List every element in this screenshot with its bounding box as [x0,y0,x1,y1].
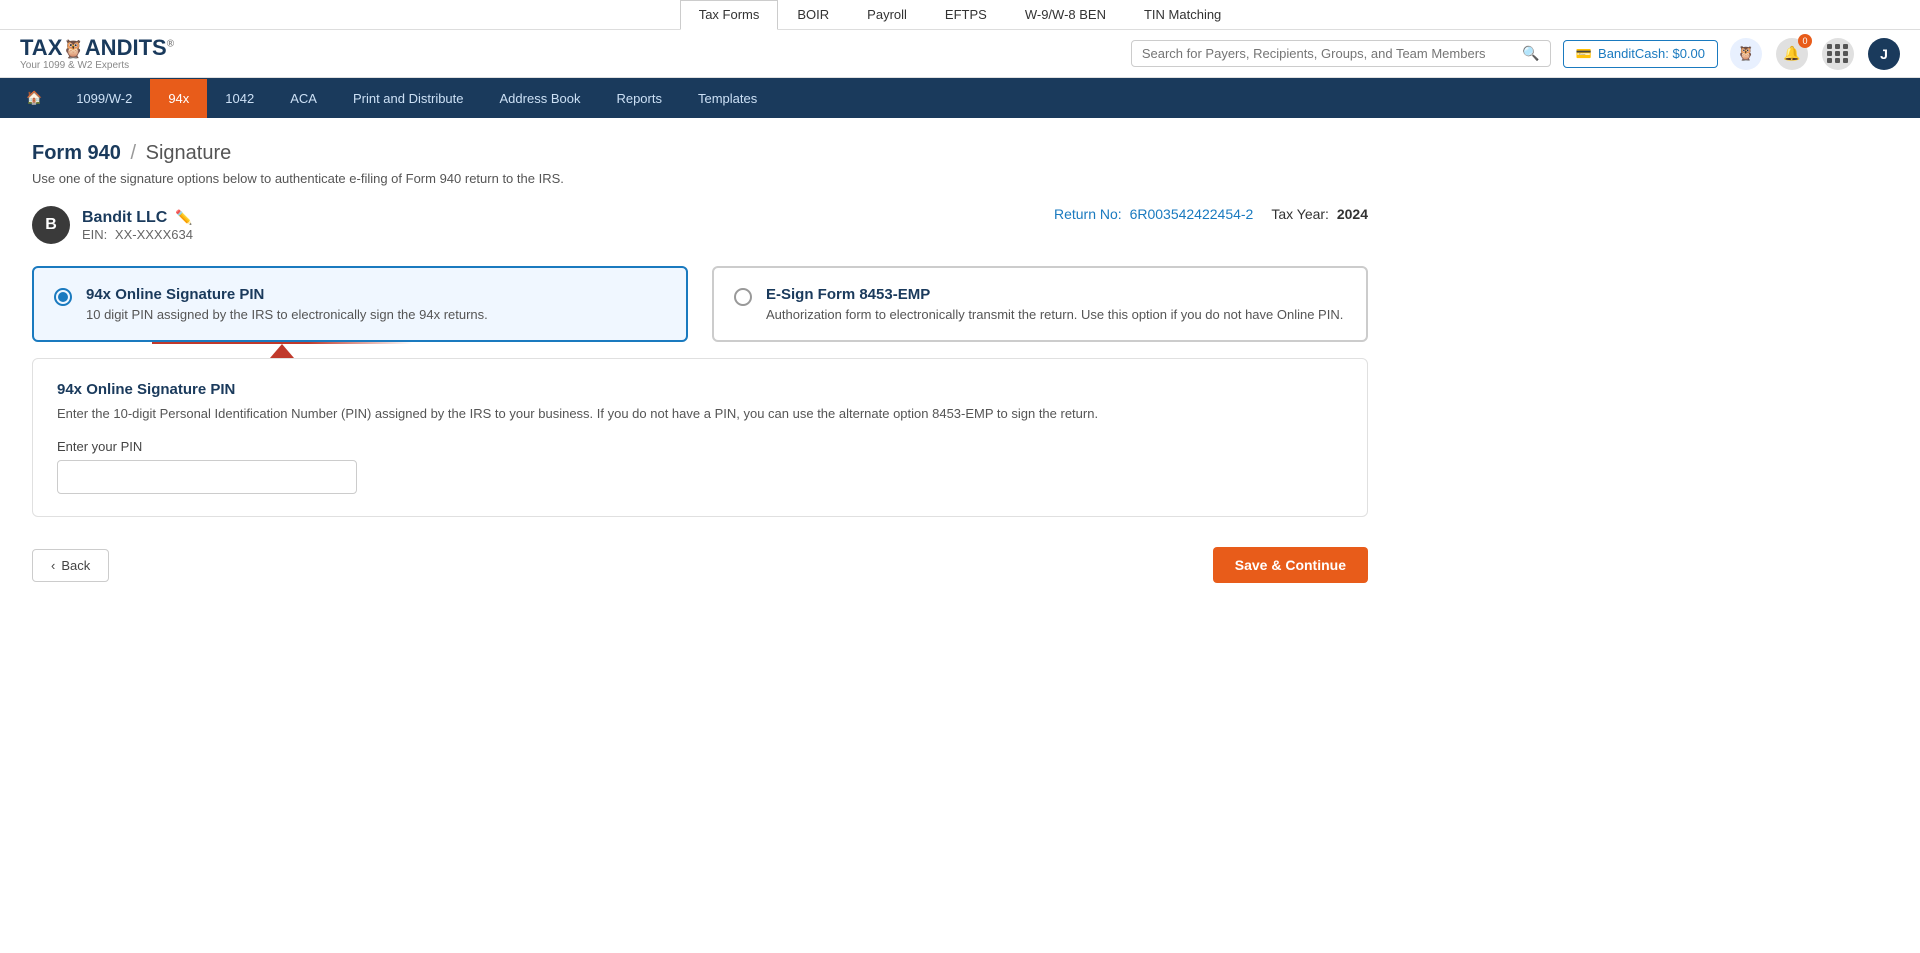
nav-1042[interactable]: 1042 [207,79,272,118]
bandit-cash-label: BanditCash: $0.00 [1598,46,1705,61]
pin-section-title: 94x Online Signature PIN [57,381,1343,398]
nav-address-book[interactable]: Address Book [482,79,599,118]
company-info: B Bandit LLC ✏️ EIN: XX-XXXX634 [32,206,193,244]
wallet-icon: 💳 [1576,46,1592,62]
nav-reports[interactable]: Reports [598,79,680,118]
edit-company-icon[interactable]: ✏️ [175,209,192,226]
nav-home[interactable]: 🏠 [10,78,58,118]
button-row: ‹ Back Save & Continue [32,547,1368,583]
back-button[interactable]: ‹ Back [32,549,109,582]
company-ein: EIN: XX-XXXX634 [82,227,193,242]
user-avatar[interactable]: J [1868,38,1900,70]
esign-title: E-Sign Form 8453-EMP [766,286,1343,303]
save-continue-button[interactable]: Save & Continue [1213,547,1368,583]
page-title: Form 940 / Signature [32,142,1368,165]
signature-option-online-pin[interactable]: 94x Online Signature PIN 10 digit PIN as… [32,266,688,342]
page-description: Use one of the signature options below t… [32,171,1368,186]
top-nav-taxforms[interactable]: Tax Forms [680,0,779,30]
pin-input[interactable] [57,460,357,494]
main-navigation: 🏠 1099/W-2 94x 1042 ACA Print and Distri… [0,78,1920,118]
online-pin-title: 94x Online Signature PIN [86,286,488,303]
page-content: Form 940 / Signature Use one of the sign… [0,118,1400,607]
company-avatar: B [32,206,70,244]
online-pin-desc: 10 digit PIN assigned by the IRS to elec… [86,307,488,322]
top-navigation: Tax Forms BOIR Payroll EFTPS W-9/W-8 BEN… [0,0,1920,30]
radio-esign[interactable] [734,288,752,306]
top-nav-boir[interactable]: BOIR [778,0,848,29]
top-nav-payroll[interactable]: Payroll [848,0,926,29]
search-input[interactable] [1142,46,1517,61]
top-nav-tin[interactable]: TIN Matching [1125,0,1240,29]
nav-aca[interactable]: ACA [272,79,335,118]
return-no-label: Return No: 6R003542422454-2 [1054,206,1253,222]
online-pin-content: 94x Online Signature PIN 10 digit PIN as… [86,286,488,322]
signature-options: 94x Online Signature PIN 10 digit PIN as… [32,266,1368,342]
owl-icon-button[interactable]: 🦉 [1730,38,1762,70]
nav-1099-w2[interactable]: 1099/W-2 [58,79,150,118]
back-chevron-icon: ‹ [51,558,55,573]
bandit-cash-button[interactable]: 💳 BanditCash: $0.00 [1563,40,1718,68]
pin-label: Enter your PIN [57,439,1343,454]
top-nav-eftps[interactable]: EFTPS [926,0,1006,29]
search-bar[interactable]: 🔍 [1131,40,1551,67]
logo-subtitle: Your 1099 & W2 Experts [20,60,174,71]
nav-print-distribute[interactable]: Print and Distribute [335,79,482,118]
nav-94x[interactable]: 94x [150,79,207,118]
apps-grid-icon[interactable] [1822,38,1854,70]
return-info: Return No: 6R003542422454-2 Tax Year: 20… [1054,206,1368,222]
company-details: Bandit LLC ✏️ EIN: XX-XXXX634 [82,209,193,242]
arrow-indicator [270,344,294,358]
title-separator: / [131,142,142,164]
nav-templates[interactable]: Templates [680,79,775,118]
pin-section: 94x Online Signature PIN Enter the 10-di… [32,358,1368,517]
header-icons: 🦉 🔔 0 J [1730,38,1900,70]
signature-option-esign[interactable]: E-Sign Form 8453-EMP Authorization form … [712,266,1368,342]
company-row: B Bandit LLC ✏️ EIN: XX-XXXX634 Return N… [32,206,1368,244]
top-nav-w9[interactable]: W-9/W-8 BEN [1006,0,1125,29]
notification-bell[interactable]: 🔔 0 [1776,38,1808,70]
form-name: Form 940 [32,142,121,164]
search-icon: 🔍 [1522,45,1539,62]
tax-year: Tax Year: 2024 [1271,206,1368,222]
company-name: Bandit LLC ✏️ [82,209,193,227]
header-bar: TAX🦉ANDITS® Your 1099 & W2 Experts 🔍 💳 B… [0,30,1920,78]
radio-online-pin[interactable] [54,288,72,306]
pin-section-description: Enter the 10-digit Personal Identificati… [57,406,1343,421]
esign-content: E-Sign Form 8453-EMP Authorization form … [766,286,1343,322]
page-subtitle-part: Signature [146,142,232,164]
notification-badge: 0 [1798,34,1812,48]
logo[interactable]: TAX🦉ANDITS® Your 1099 & W2 Experts [20,36,174,71]
esign-desc: Authorization form to electronically tra… [766,307,1343,322]
